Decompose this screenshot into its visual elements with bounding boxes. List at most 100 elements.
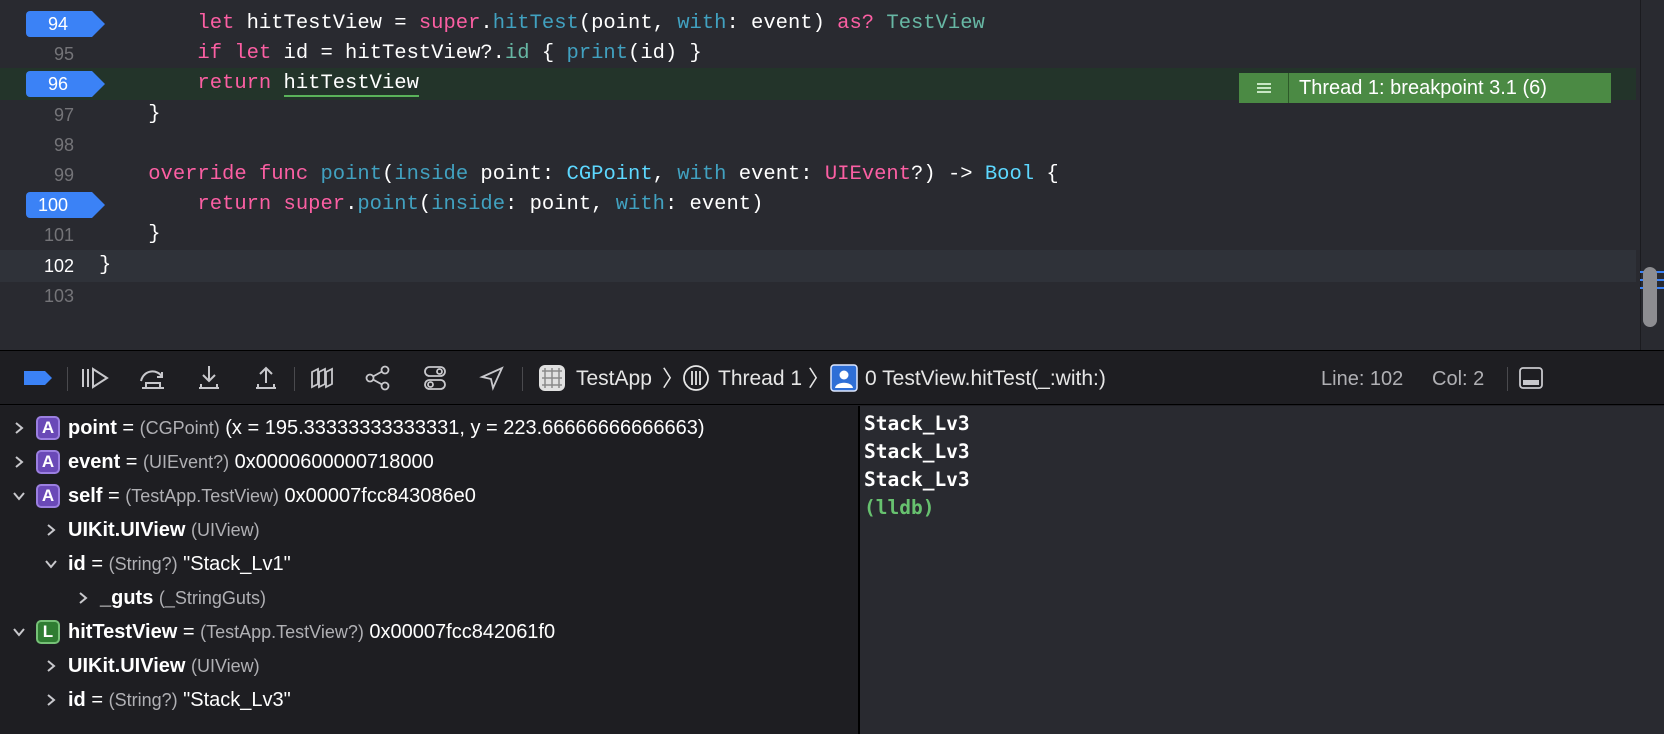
variable-value: 0x0000600000718000 [229, 451, 434, 473]
disclosure-collapsed-icon[interactable] [76, 580, 90, 616]
continue-icon[interactable] [79, 362, 111, 394]
line-number[interactable]: 101 [0, 219, 74, 251]
variable-value: 0x00007fcc842061f0 [363, 621, 556, 643]
variable-row[interactable]: Aself = (TestApp.TestView) 0x00007fcc843… [0, 478, 858, 514]
view-hierarchy-icon[interactable] [306, 362, 338, 394]
code-text[interactable]: } [99, 250, 111, 282]
step-into-icon[interactable] [193, 362, 225, 394]
code-line[interactable]: 100 return super.point(inside: point, wi… [0, 189, 1636, 221]
breadcrumb-frame[interactable]: 0 TestView.hitTest(_:with:) [865, 364, 1106, 394]
code-token: with [677, 12, 727, 35]
disclosure-expanded-icon[interactable] [44, 546, 58, 582]
disclosure-collapsed-icon[interactable] [12, 444, 26, 480]
code-token: as? [837, 12, 875, 35]
code-text[interactable]: return super.point(inside: point, with: … [99, 189, 763, 221]
code-text[interactable]: } [99, 99, 160, 131]
step-out-icon[interactable] [250, 362, 282, 394]
memory-graph-icon[interactable] [362, 362, 394, 394]
code-token: return [197, 72, 272, 96]
breadcrumb-thread[interactable]: Thread 1 [718, 364, 802, 394]
variable-row[interactable]: id = (String?) "Stack_Lv1" [0, 546, 858, 582]
breakpoint-marker[interactable]: 94 [26, 11, 105, 37]
variable-row[interactable]: UIKit.UIView (UIView) [0, 512, 858, 548]
code-token: super [283, 193, 346, 217]
stack-frame-user-icon [829, 362, 859, 394]
code-text[interactable]: } [99, 219, 160, 251]
code-text[interactable]: override func point(inside point: CGPoin… [99, 159, 1059, 191]
thread-icon [681, 362, 711, 394]
code-text[interactable]: return hitTestView [99, 68, 419, 100]
disclosure-collapsed-icon[interactable] [44, 682, 58, 718]
code-token: : point, [505, 193, 616, 217]
disclosure-expanded-icon[interactable] [12, 614, 26, 650]
breakpoint-marker[interactable]: 100 [26, 192, 105, 219]
console-line: Stack_Lv3 [864, 468, 970, 491]
variable-name: UIKit.UIView [68, 519, 186, 541]
code-line[interactable]: 94 let hitTestView = super.hitTest(point… [0, 8, 1636, 40]
line-number[interactable]: 98 [0, 129, 74, 161]
code-line[interactable]: 95 if let id = hitTestView?.id { print(i… [0, 38, 1636, 70]
variable-type: (_StringGuts) [158, 588, 266, 608]
code-text[interactable]: if let id = hitTestView?.id { print(id) … [99, 38, 702, 70]
thread-annotation[interactable]: Thread 1: breakpoint 3.1 (6) [1239, 73, 1611, 103]
code-line[interactable]: 103 [0, 280, 1636, 312]
variable-row[interactable]: Apoint = (CGPoint) (x = 195.333333333333… [0, 410, 858, 446]
line-number[interactable]: 102 [0, 250, 74, 282]
code-token: if [197, 42, 223, 66]
code-line[interactable]: 102} [0, 249, 1636, 282]
variable-type: (String?) [108, 554, 178, 574]
disclosure-expanded-icon[interactable] [12, 478, 26, 514]
variable-row[interactable]: UIKit.UIView (UIView) [0, 648, 858, 684]
variable-text: UIKit.UIView (UIView) [68, 648, 260, 684]
code-line[interactable]: 99 override func point(inside point: CGP… [0, 159, 1636, 191]
code-token: { [1034, 163, 1059, 186]
line-number[interactable]: 103 [0, 280, 74, 312]
variable-row[interactable]: LhitTestView = (TestApp.TestView?) 0x000… [0, 614, 858, 650]
breakpoints-toggle-icon[interactable] [22, 362, 54, 394]
code-token: func [258, 163, 309, 186]
code-token: CGPoint [566, 163, 653, 186]
variable-type: (CGPoint) [139, 418, 220, 438]
code-token: let [197, 12, 235, 35]
line-number[interactable]: 97 [0, 99, 74, 131]
variable-type: (TestApp.TestView?) [200, 622, 364, 642]
variable-row[interactable]: _guts (_StringGuts) [0, 580, 858, 616]
code-line[interactable]: 98 [0, 129, 1636, 161]
console-output[interactable]: Stack_Lv3 Stack_Lv3 Stack_Lv3 (lldb) [860, 406, 1664, 734]
line-number[interactable]: 99 [0, 159, 74, 191]
simulate-location-icon[interactable] [476, 362, 508, 394]
toggle-console-icon[interactable] [1515, 362, 1547, 394]
variable-text: point = (CGPoint) (x = 195.3333333333333… [68, 417, 705, 439]
disclosure-collapsed-icon[interactable] [12, 410, 26, 446]
editor-scroll-thumb[interactable] [1643, 267, 1657, 327]
code-token: : event) [726, 12, 838, 35]
variable-name: event [68, 451, 121, 473]
line-number[interactable]: 95 [0, 38, 74, 70]
variable-value: 0x00007fcc843086e0 [279, 485, 476, 507]
code-line[interactable]: 101 } [0, 219, 1636, 251]
step-over-icon[interactable] [137, 362, 169, 394]
divider [522, 367, 523, 391]
variable-name: self [68, 485, 103, 507]
breakpoint-marker[interactable]: 96 [26, 71, 105, 98]
disclosure-collapsed-icon[interactable] [44, 512, 58, 548]
annotation-menu-icon[interactable] [1239, 73, 1289, 103]
variable-row[interactable]: Aevent = (UIEvent?) 0x0000600000718000 [0, 444, 858, 480]
variable-row[interactable]: id = (String?) "Stack_Lv3" [0, 682, 858, 718]
code-token: (id) } [628, 42, 702, 66]
column-indicator: Col: 2 [1432, 368, 1485, 390]
source-editor[interactable]: 94 let hitTestView = super.hitTest(point… [0, 0, 1664, 350]
variables-view[interactable]: Apoint = (CGPoint) (x = 195.333333333333… [0, 406, 858, 734]
code-line[interactable]: 97 } [0, 99, 1636, 131]
code-text[interactable]: let hitTestView = super.hitTest(point, w… [99, 8, 984, 40]
environment-overrides-icon[interactable] [419, 362, 451, 394]
variable-text: event = (UIEvent?) 0x0000600000718000 [68, 451, 434, 473]
lldb-prompt[interactable]: (lldb) [864, 494, 1664, 522]
breadcrumb-app[interactable]: TestApp [576, 364, 652, 394]
disclosure-collapsed-icon[interactable] [44, 648, 58, 684]
